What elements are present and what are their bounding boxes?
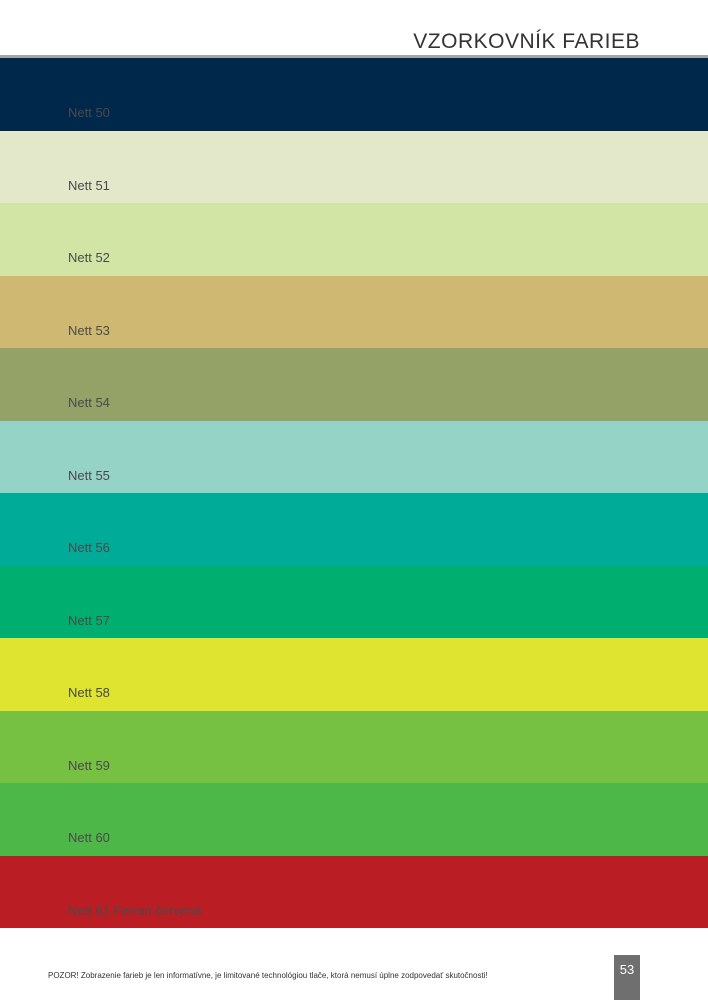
color-swatch: Nett 52: [0, 203, 708, 276]
page-number-box: 53: [614, 955, 640, 1000]
color-swatch: Nett 56: [0, 493, 708, 566]
swatch-label: Nett 53: [68, 322, 110, 338]
color-swatch-list: Nett 50 Nett 51 Nett 52 Nett 53 Nett 54 …: [0, 58, 708, 928]
color-swatch: Nett 60: [0, 783, 708, 856]
color-swatch: Nett 55: [0, 420, 708, 493]
color-swatch: Nett 51: [0, 130, 708, 203]
swatch-label: Nett 56: [68, 540, 110, 555]
swatch-label: Nett 57: [68, 612, 110, 628]
swatch-label: Nett 50: [68, 105, 110, 120]
color-swatch: Nett 54: [0, 348, 708, 421]
swatch-label: Nett 51: [68, 177, 110, 193]
page-title: VZORKOVNÍK FARIEB: [413, 30, 640, 53]
swatch-label: Nett 55: [68, 467, 110, 483]
color-swatch: Nett 57: [0, 565, 708, 638]
disclaimer-note: POZOR! Zobrazenie farieb je len informat…: [48, 971, 488, 980]
swatch-label: Nett 60: [68, 830, 110, 845]
swatch-label: Nett 58: [68, 685, 110, 700]
swatch-label: Nett 61 Ferrari červená: [68, 902, 202, 918]
color-swatch: Nett 50: [0, 58, 708, 131]
page-header: VZORKOVNÍK FARIEB: [0, 0, 708, 58]
swatch-label: Nett 54: [68, 395, 110, 410]
swatch-label: Nett 52: [68, 250, 110, 265]
color-swatch: Nett 59: [0, 710, 708, 783]
color-swatch: Nett 58: [0, 638, 708, 711]
page-number: 53: [619, 962, 635, 977]
color-swatch: Nett 53: [0, 275, 708, 348]
color-swatch: Nett 61 Ferrari červená: [0, 855, 708, 928]
swatch-label: Nett 59: [68, 757, 110, 773]
